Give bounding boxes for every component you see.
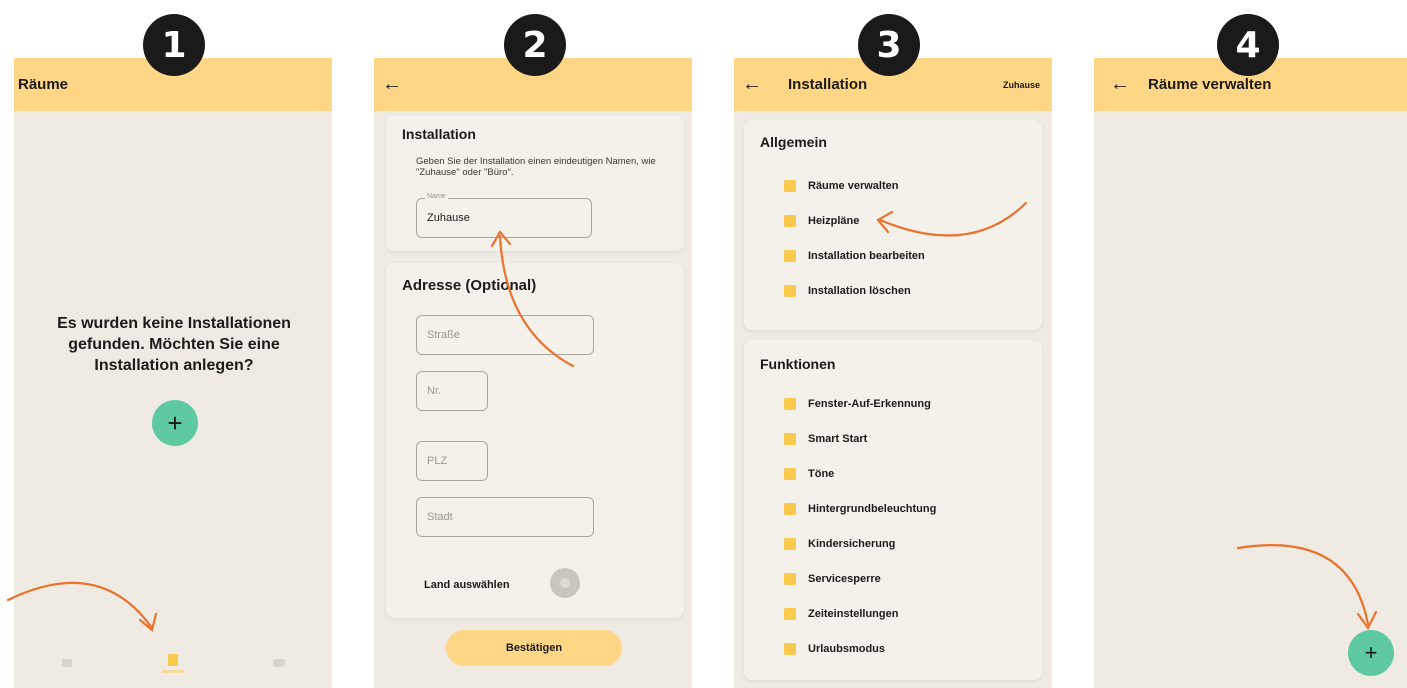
country-select-button[interactable] [550,568,580,598]
menu-item-smart-start[interactable]: Smart Start [784,433,867,445]
general-section-title: Allgemein [760,134,827,150]
nav-settings-button[interactable] [259,648,299,678]
add-room-button[interactable]: + [1348,630,1394,676]
step-badge-2: 2 [504,14,566,76]
menu-item-kindersicherung[interactable]: Kindersicherung [784,538,895,550]
menu-item-zeiteinstellungen[interactable]: Zeiteinstellungen [784,608,898,620]
menu-item-installation-loeschen[interactable]: Installation löschen [784,285,911,297]
street-field[interactable]: Straße [416,315,594,355]
menu-item-label: Kindersicherung [808,538,896,550]
menu-item-hintergrundbeleuchtung[interactable]: Hintergrundbeleuchtung [784,503,936,515]
settings-icon [273,659,285,667]
installation-loeschen-icon [784,285,796,297]
flag-icon [560,578,570,588]
kindersicherung-icon [784,538,796,550]
hintergrundbeleuchtung-icon [784,503,796,515]
menu-item-label: Installation bearbeiten [808,250,925,262]
menu-item-toene[interactable]: Töne [784,468,834,480]
plus-icon: + [1364,640,1378,665]
menu-item-label: Räume verwalten [808,180,899,192]
menu-item-fenster-auf-erkennung[interactable]: Fenster-Auf-Erkennung [784,398,931,410]
screen-manage-rooms: ← Räume verwalten + [1094,58,1407,688]
installation-bearbeiten-icon [784,250,796,262]
confirm-button[interactable]: Bestätigen [446,630,622,666]
menu-item-heizplaene[interactable]: Heizpläne [784,215,859,227]
installation-section-title: Installation [402,126,476,142]
screen-rooms-empty: Räume Es wurden keine Installationen gef… [14,58,332,688]
menu-item-label: Heizpläne [808,215,860,227]
rooms-icon [168,653,178,666]
back-arrow-icon[interactable]: ← [742,73,766,96]
menu-item-label: Zeiteinstellungen [808,608,899,620]
step-badge-1: 1 [143,14,205,76]
screen-create-installation: ← Installation Geben Sie der Installatio… [374,58,692,688]
fenster-auf-erkennung-icon [784,398,796,410]
name-field-label: Name [425,193,448,200]
back-arrow-icon[interactable]: ← [1110,73,1134,96]
home-icon [62,659,72,667]
country-select-label: Land auswählen [424,579,510,591]
page-title: Räume [18,76,69,93]
page-title: Räume verwalten [1148,76,1272,93]
menu-item-urlaubsmodus[interactable]: Urlaubsmodus [784,643,885,655]
menu-item-label: Servicesperre [808,573,881,585]
bottom-navigation [14,638,332,688]
smart-start-icon [784,433,796,445]
city-field[interactable]: Stadt [416,497,594,537]
menu-item-label: Urlaubsmodus [808,643,886,655]
house-number-field[interactable]: Nr. [416,371,488,411]
urlaubsmodus-icon [784,643,796,655]
installation-card: Installation Geben Sie der Installation … [386,116,684,251]
empty-state-message: Es wurden keine Installationen gefunden.… [57,315,291,374]
back-arrow-icon[interactable]: ← [382,73,406,96]
add-installation-button[interactable]: + [152,400,198,446]
plus-icon: + [167,407,183,438]
page-title: Installation [788,76,868,93]
nav-rooms-button[interactable] [153,648,193,678]
menu-item-label: Fenster-Auf-Erkennung [808,398,931,410]
general-card: Allgemein Räume verwalten Heizpläne Instal… [744,120,1042,330]
servicesperre-icon [784,573,796,585]
menu-item-servicesperre[interactable]: Servicesperre [784,573,881,585]
heizplaene-icon [784,215,796,227]
menu-item-raeume-verwalten[interactable]: Räume verwalten [784,180,898,192]
name-field-value: Zuhause [427,212,470,224]
menu-item-label: Smart Start [808,433,868,445]
zeiteinstellungen-icon [784,608,796,620]
screen-installation-settings: ← Installation Zuhause Allgemein Räume v… [734,58,1052,688]
raeume-verwalten-icon [784,180,796,192]
menu-item-label: Installation löschen [808,285,911,297]
step-badge-4: 4 [1217,14,1279,76]
installation-name-subtitle: Zuhause [1002,79,1040,90]
nav-home-button[interactable] [47,648,87,678]
address-section-title: Adresse (Optional) [402,277,537,294]
name-field[interactable]: Name Zuhause [416,193,592,238]
toene-icon [784,468,796,480]
zip-code-field[interactable]: PLZ [416,441,488,481]
step-badge-3: 3 [858,14,920,76]
menu-item-installation-bearbeiten[interactable]: Installation bearbeiten [784,250,925,262]
functions-section-title: Funktionen [760,356,836,372]
menu-item-label: Töne [808,468,835,480]
rooms-nav-indicator [162,669,184,673]
address-card: Adresse (Optional) Straße Nr. PLZ Stadt … [386,263,684,618]
menu-item-label: Hintergrundbeleuchtung [808,503,937,515]
installation-description: Geben Sie der Installation einen eindeut… [416,156,656,178]
functions-card: Funktionen Fenster-Auf-Erkennung Smart St… [744,340,1042,680]
